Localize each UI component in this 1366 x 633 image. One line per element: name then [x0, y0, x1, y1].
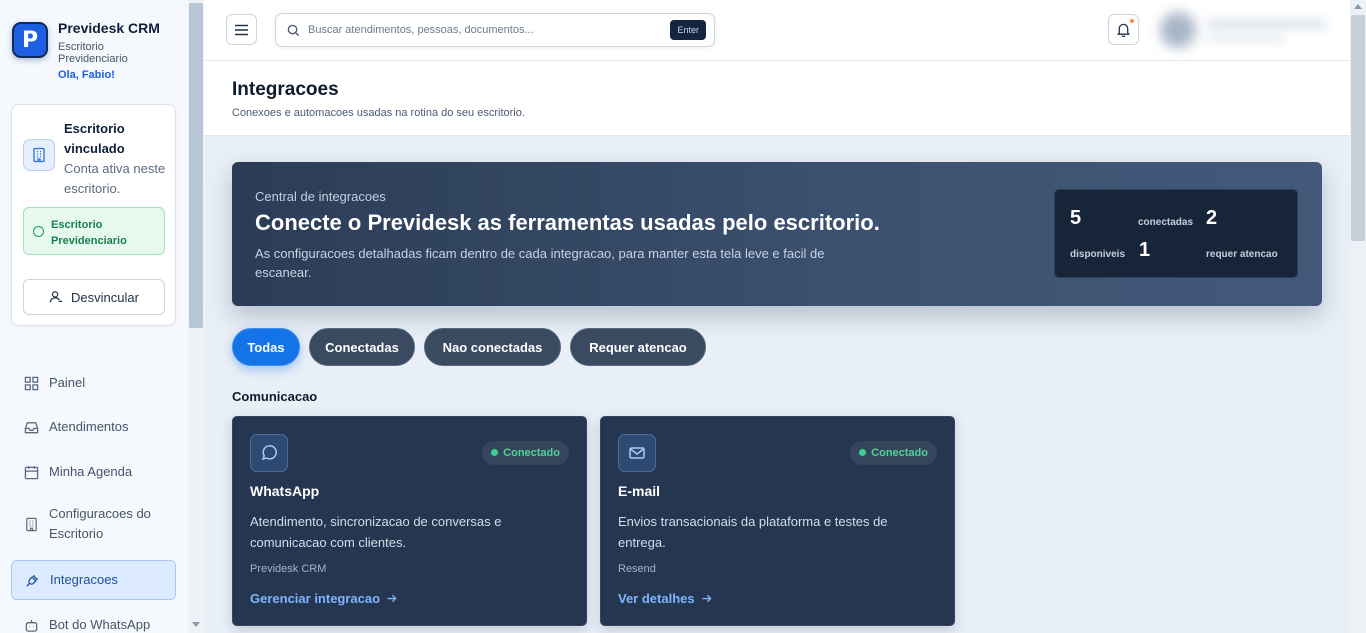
- menu-toggle-button[interactable]: [226, 14, 257, 45]
- card-link-label: Gerenciar integracao: [250, 591, 381, 606]
- scroll-up-arrow-icon[interactable]: [1354, 4, 1362, 9]
- office-name-label: Escritorio Previdenciario: [51, 219, 127, 247]
- brand-logo[interactable]: P: [12, 22, 48, 58]
- nav-label: Bot do WhatsApp: [49, 617, 151, 632]
- nav-label: Configuracoes do Escritorio: [49, 506, 151, 541]
- filter-requer-atencao[interactable]: Requer atencao: [570, 328, 706, 366]
- integration-card-whatsapp[interactable]: Conectado WhatsApp Atendimento, sincroni…: [232, 416, 587, 626]
- integration-card-email[interactable]: Conectado E-mail Envios transacionais da…: [600, 416, 955, 626]
- stat-connected-count: 2: [1206, 207, 1218, 229]
- linked-office-card: Escritorio vinculado Conta ativa neste e…: [11, 104, 176, 326]
- bell-icon: [1117, 23, 1130, 37]
- stat-connected-label: conectadas: [1138, 217, 1194, 228]
- card-title: E-mail: [618, 483, 661, 499]
- status-badge: Conectado: [482, 441, 569, 465]
- hero-eyebrow: Central de integracoes: [255, 189, 386, 204]
- office-building-icon: [23, 139, 55, 171]
- card-description: Envios transacionais da plataforma e tes…: [618, 514, 888, 550]
- notification-dot: [1129, 18, 1135, 24]
- user-minus-icon: [49, 291, 63, 303]
- arrow-right-icon: [387, 594, 397, 603]
- brand-title: Previdesk CRM: [58, 20, 160, 36]
- scroll-down-arrow-icon[interactable]: [192, 622, 200, 627]
- filter-nao-conectadas[interactable]: Nao conectadas: [424, 328, 561, 366]
- arrow-right-icon: [701, 594, 712, 603]
- calendar-icon: [21, 462, 41, 482]
- integration-stats: 5 conectadas 2 disponiveis 1 requer aten…: [1054, 189, 1298, 278]
- building-icon: [21, 514, 41, 534]
- hero-description: As configuracoes detalhadas ficam dentro…: [255, 246, 825, 280]
- chat-bubble-icon: [250, 434, 288, 472]
- plug-icon: [22, 570, 42, 590]
- card-provider: Resend: [618, 563, 656, 575]
- manage-integration-link[interactable]: Gerenciar integracao: [250, 591, 397, 606]
- linked-office-description: Conta ativa neste escritorio.: [64, 161, 166, 196]
- page-subtitle: Conexoes e automacoes usadas na rotina d…: [232, 107, 525, 119]
- hamburger-icon: [235, 24, 248, 35]
- nav-item-configuracoes[interactable]: Configuracoes do Escritorio: [11, 504, 176, 544]
- stat-available-count: 5: [1070, 207, 1082, 229]
- stat-attention-label: requer atencao: [1206, 249, 1278, 260]
- stat-available-label: disponiveis: [1070, 249, 1126, 260]
- filter-todas[interactable]: Todas: [232, 328, 300, 366]
- view-details-link[interactable]: Ver detalhes: [618, 591, 712, 606]
- card-description: Atendimento, sincronizacao de conversas …: [250, 514, 502, 550]
- main-content: Central de integracoes Conecte o Previde…: [204, 137, 1350, 633]
- search-icon: [287, 24, 300, 37]
- page-header: Integracoes Conexoes e automacoes usadas…: [204, 61, 1350, 136]
- global-search[interactable]: Enter: [275, 13, 715, 47]
- integrations-hero: Central de integracoes Conecte o Previde…: [232, 162, 1322, 306]
- section-comunicacao: Comunicacao: [232, 389, 318, 404]
- sidebar: P Previdesk CRM Escritorio Previdenciari…: [0, 0, 188, 633]
- stat-attention-count: 1: [1139, 239, 1151, 261]
- page-title: Integracoes: [232, 79, 339, 100]
- office-name-chip: Escritorio Previdenciario: [23, 207, 165, 255]
- user-name-redacted: [1206, 20, 1326, 28]
- check-circle-icon: [33, 226, 44, 237]
- status-badge: Conectado: [850, 441, 937, 465]
- brand-subtitle: Escritorio Previdenciario: [58, 41, 128, 65]
- nav-item-atendimentos[interactable]: Atendimentos: [11, 417, 176, 437]
- search-input[interactable]: [308, 20, 658, 40]
- card-title: WhatsApp: [250, 483, 320, 499]
- search-enter-hint: Enter: [670, 20, 706, 40]
- topbar: Enter: [204, 0, 1350, 61]
- sidebar-scroll-thumb[interactable]: [189, 3, 203, 328]
- user-greeting: Ola, Fabio!: [58, 69, 115, 81]
- user-menu[interactable]: [1148, 6, 1350, 54]
- filter-conectadas[interactable]: Conectadas: [309, 328, 415, 366]
- avatar: [1160, 12, 1196, 48]
- nav-label: Atendimentos: [49, 419, 129, 434]
- sidebar-scrollbar[interactable]: [188, 0, 204, 633]
- card-link-label: Ver detalhes: [618, 591, 695, 606]
- brand-logo-letter: P: [21, 27, 39, 53]
- bot-icon: [21, 615, 41, 633]
- inbox-icon: [21, 417, 41, 437]
- mail-icon: [618, 434, 656, 472]
- nav-item-minha-agenda[interactable]: Minha Agenda: [11, 462, 176, 482]
- hero-title: Conecte o Previdesk as ferramentas usada…: [255, 210, 880, 235]
- nav-label: Painel: [49, 375, 86, 390]
- nav-label: Minha Agenda: [49, 464, 133, 479]
- card-provider: Previdesk CRM: [250, 563, 327, 575]
- page-scrollbar[interactable]: [1350, 0, 1366, 633]
- notifications-button[interactable]: [1108, 14, 1139, 45]
- nav-item-painel[interactable]: Painel: [11, 373, 176, 393]
- nav-item-bot-whatsapp[interactable]: Bot do WhatsApp: [11, 615, 176, 633]
- page-scroll-thumb[interactable]: [1351, 15, 1365, 241]
- unlink-button[interactable]: Desvincular: [23, 279, 165, 315]
- nav-item-integracoes[interactable]: Integracoes: [11, 560, 176, 600]
- unlink-label: Desvincular: [71, 289, 139, 305]
- grid-icon: [21, 373, 41, 393]
- linked-office-title: Escritorio vinculado: [64, 121, 125, 156]
- nav-label: Integracoes: [50, 572, 118, 587]
- user-role-redacted: [1206, 34, 1286, 41]
